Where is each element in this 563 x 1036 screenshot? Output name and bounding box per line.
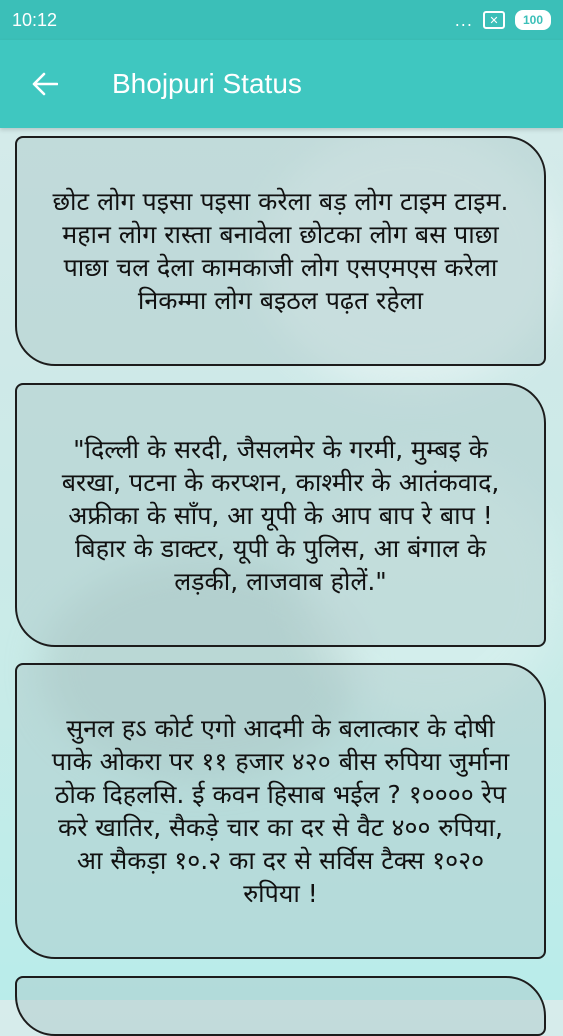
page-title: Bhojpuri Status — [112, 68, 302, 99]
status-icons: ... ✕ 100 — [455, 10, 551, 30]
battery-icon: 100 — [514, 10, 551, 30]
status-bar: 10:12 ... ✕ 100 — [0, 0, 563, 40]
status-card[interactable] — [15, 976, 546, 1036]
status-time: 10:12 — [12, 9, 58, 30]
battery-level: 100 — [522, 13, 543, 27]
x-box-icon: ✕ — [482, 11, 505, 29]
status-text: सुनल हऽ कोर्ट एगो आदमी के बलात्कार के दो… — [51, 714, 510, 908]
status-text: "दिल्ली के सरदी, जैसलमेर के गरमी, मुम्बइ… — [61, 434, 500, 596]
arrow-left-icon — [32, 72, 58, 96]
status-text: छोट लोग पइसा पइसा करेला बड़ लोग टाइम टाइ… — [52, 187, 509, 315]
app-bar: Bhojpuri Status — [0, 40, 563, 128]
status-card[interactable]: छोट लोग पइसा पइसा करेला बड़ लोग टाइम टाइ… — [15, 136, 546, 366]
status-card[interactable]: सुनल हऽ कोर्ट एगो आदमी के बलात्कार के दो… — [15, 663, 546, 959]
more-dots-icon: ... — [454, 10, 473, 30]
back-button[interactable] — [30, 69, 60, 99]
status-card[interactable]: "दिल्ली के सरदी, जैसलमेर के गरमी, मुम्बइ… — [15, 383, 546, 647]
